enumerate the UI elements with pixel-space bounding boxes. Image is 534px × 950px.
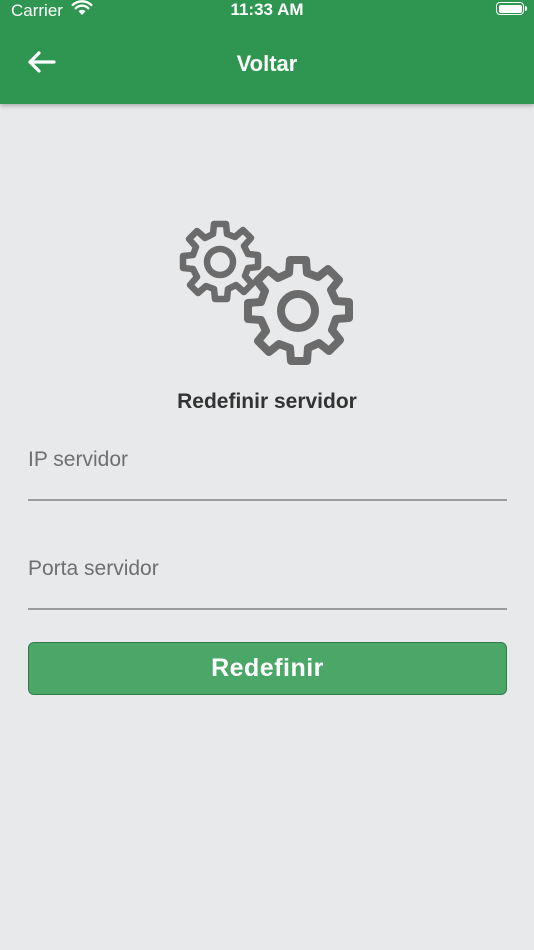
gears-icon bbox=[174, 220, 360, 372]
ip-field[interactable] bbox=[28, 443, 507, 501]
port-server-input[interactable] bbox=[28, 552, 507, 608]
status-bar: Carrier 11:33 AM bbox=[0, 0, 534, 22]
battery-icon bbox=[496, 2, 527, 15]
redefine-button[interactable]: Redefinir bbox=[28, 642, 507, 695]
port-field[interactable] bbox=[28, 552, 507, 610]
app-header: Carrier 11:33 AM Voltar bbox=[0, 0, 534, 104]
status-time: 11:33 AM bbox=[230, 0, 304, 19]
nav-title: Voltar bbox=[236, 51, 298, 76]
nav-bar: Voltar bbox=[0, 22, 534, 104]
ip-server-input[interactable] bbox=[28, 443, 507, 499]
section-title: Redefinir servidor bbox=[177, 390, 357, 413]
